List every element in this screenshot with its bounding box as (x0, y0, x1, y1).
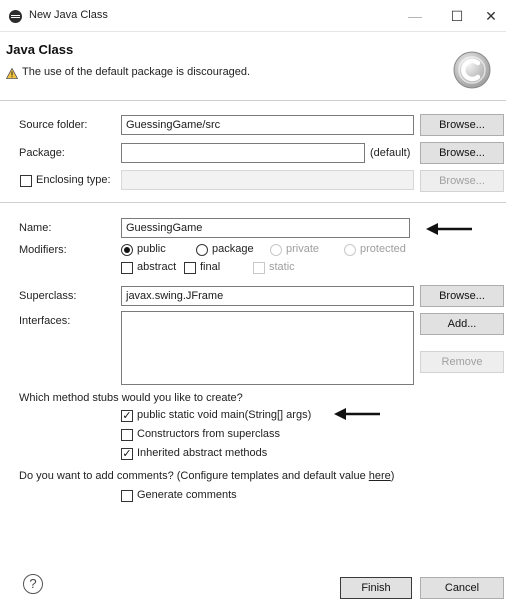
inherited-label: Inherited abstract methods (137, 447, 268, 459)
radio-protected-label: protected (360, 243, 406, 255)
header-divider (0, 100, 506, 101)
interfaces-remove-button: Remove (420, 351, 504, 373)
final-checkbox[interactable] (184, 262, 196, 274)
page-title: Java Class (6, 42, 74, 57)
static-checkbox (253, 262, 265, 274)
radio-public[interactable] (121, 244, 133, 256)
package-field[interactable] (121, 143, 365, 163)
class-wizard-icon (452, 50, 492, 90)
warning-icon (5, 67, 19, 79)
header-message: The use of the default package is discou… (22, 66, 251, 78)
arrow-annotation-main (334, 406, 382, 422)
eclipse-icon (9, 10, 22, 23)
superclass-field[interactable]: javax.swing.JFrame (121, 286, 414, 306)
configure-templates-link[interactable]: here (369, 470, 391, 482)
constructors-label: Constructors from superclass (137, 428, 281, 440)
constructors-checkbox[interactable] (121, 429, 133, 441)
help-icon[interactable]: ? (23, 574, 43, 594)
checkmark-icon: ✓ (122, 448, 132, 460)
modifiers-label: Modifiers: (19, 244, 67, 256)
package-browse-button[interactable]: Browse... (420, 142, 504, 164)
window-title: New Java Class (29, 9, 108, 21)
finish-button[interactable]: Finish (340, 577, 412, 599)
main-method-label: public static void main(String[] args) (137, 409, 312, 421)
source-folder-label: Source folder: (19, 119, 88, 131)
help-icon-glyph: ? (29, 576, 37, 591)
maximize-button[interactable]: ☐ (446, 6, 468, 26)
radio-private-label: private (286, 243, 320, 255)
superclass-browse-button[interactable]: Browse... (420, 285, 504, 307)
radio-protected (344, 244, 356, 256)
comments-question: Do you want to add comments? (Configure … (19, 470, 394, 482)
comments-question-text: Do you want to add comments? (Configure … (19, 470, 369, 482)
name-field[interactable]: GuessingGame (121, 218, 410, 238)
radio-private (270, 244, 282, 256)
arrow-annotation-name (426, 221, 474, 237)
final-label: final (200, 261, 221, 273)
interfaces-add-button[interactable]: Add... (420, 313, 504, 335)
package-default-hint: (default) (370, 147, 411, 159)
main-method-checkbox[interactable]: ✓ (121, 410, 133, 422)
interfaces-label: Interfaces: (19, 315, 71, 327)
inherited-checkbox[interactable]: ✓ (121, 448, 133, 460)
radio-public-label: public (137, 243, 166, 255)
enclosing-type-label: Enclosing type: (36, 174, 111, 186)
name-label: Name: (19, 222, 52, 234)
generate-comments-checkbox[interactable] (121, 490, 133, 502)
abstract-checkbox[interactable] (121, 262, 133, 274)
cancel-button[interactable]: Cancel (420, 577, 504, 599)
generate-comments-label: Generate comments (137, 489, 237, 501)
abstract-label: abstract (137, 261, 177, 273)
stubs-question: Which method stubs would you like to cre… (19, 392, 243, 404)
interfaces-list[interactable] (121, 311, 414, 385)
section-divider (0, 202, 506, 203)
radio-package[interactable] (196, 244, 208, 256)
static-label: static (269, 261, 295, 273)
superclass-label: Superclass: (19, 290, 77, 302)
source-folder-field[interactable]: GuessingGame/src (121, 115, 414, 135)
minimize-button[interactable]: — (404, 6, 426, 26)
enclosing-type-field (121, 170, 414, 190)
checkmark-icon: ✓ (122, 410, 132, 422)
enclosing-type-checkbox[interactable] (20, 175, 32, 187)
close-button[interactable]: ✕ (480, 6, 502, 26)
package-label: Package: (19, 147, 65, 159)
source-folder-browse-button[interactable]: Browse... (420, 114, 504, 136)
radio-package-label: package (212, 243, 254, 255)
comments-question-suffix: ) (390, 470, 395, 482)
enclosing-type-browse-button: Browse... (420, 170, 504, 192)
